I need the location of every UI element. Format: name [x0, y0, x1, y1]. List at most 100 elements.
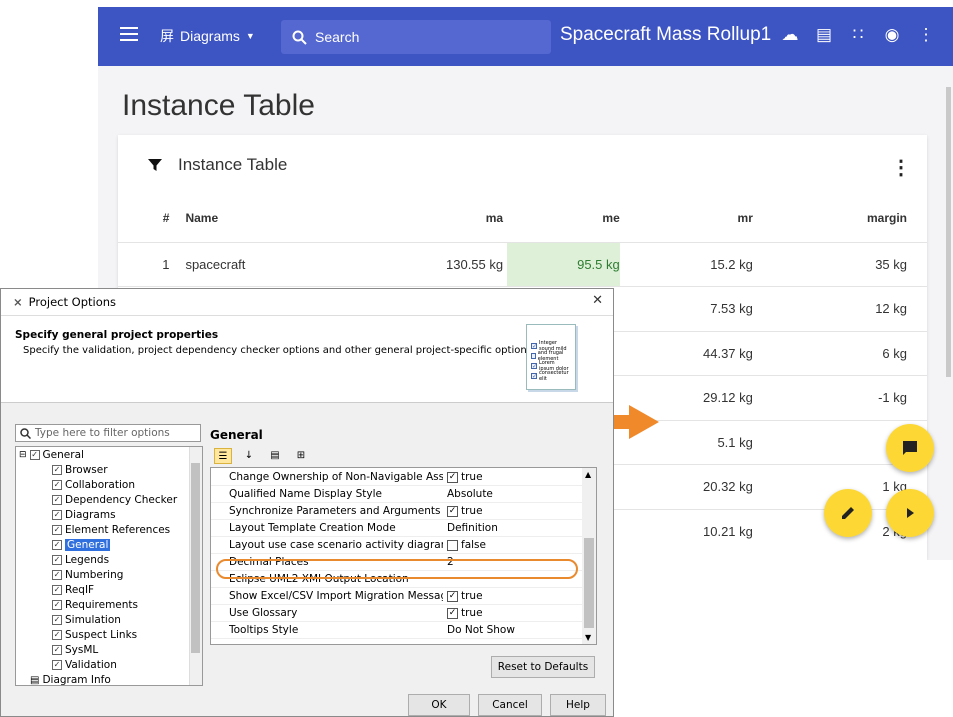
expand-all-icon[interactable]: ⊞	[292, 448, 310, 464]
property-value: true	[461, 607, 483, 619]
tree-item-label: ReqIF	[65, 584, 95, 596]
property-row[interactable]: Layout Template Creation Mode Definition	[211, 520, 583, 537]
search-bar[interactable]: Search	[281, 20, 551, 54]
cloud-upload-icon[interactable]: ☁	[773, 25, 807, 45]
description-icon[interactable]: ▤	[266, 448, 284, 464]
property-row[interactable]: Layout use case scenario activity diagra…	[211, 537, 583, 554]
sort-alpha-icon[interactable]: ↓	[240, 448, 258, 464]
tree-item-requirements[interactable]: ✓ Requirements	[52, 599, 138, 611]
diagrams-menu-label: Diagrams	[180, 28, 240, 44]
tree-item-diagram-info[interactable]: ▤ Diagram Info	[30, 674, 111, 686]
scroll-up-icon[interactable]: ▲	[585, 470, 591, 479]
comment-icon[interactable]: ▤	[807, 25, 841, 45]
cell-mr[interactable]: 10.21 kg	[619, 508, 753, 554]
tree-item-general-selected[interactable]: ✓ General	[52, 539, 111, 551]
diagrams-menu[interactable]: 屏 Diagrams ▼	[160, 26, 255, 46]
property-row[interactable]: Qualified Name Display Style Absolute	[211, 486, 583, 503]
tree-item-browser[interactable]: ✓ Browser	[52, 464, 108, 476]
help-button[interactable]: Help	[550, 694, 606, 716]
tree-item-element-references[interactable]: ✓ Element References	[52, 524, 170, 536]
col-header-margin[interactable]: margin	[753, 195, 927, 242]
col-header-ma[interactable]: ma	[384, 195, 507, 242]
tree-item-legends[interactable]: ✓ Legends	[52, 554, 109, 566]
properties-scrollbar[interactable]: ▲ ▼	[582, 468, 596, 644]
tree-item-numbering[interactable]: ✓ Numbering	[52, 569, 123, 581]
col-header-mr[interactable]: mr	[620, 195, 753, 242]
menu-icon[interactable]	[120, 27, 138, 47]
property-row[interactable]: Change Ownership of Non-Navigable Assoc.…	[211, 469, 583, 486]
header-title: Specify general project properties	[15, 329, 219, 341]
checkbox-checked[interactable]: ✓	[447, 590, 458, 602]
table-row[interactable]: 1 spacecraft 130.55 kg 95.5 kg 15.2 kg 3…	[118, 241, 927, 287]
property-row[interactable]: Synchronize Parameters and Arguments ✓ tru…	[211, 503, 583, 520]
cell-margin[interactable]: 12 kg	[752, 286, 927, 331]
property-row[interactable]: Tooltips Style Do Not Show	[211, 622, 583, 639]
collapse-icon[interactable]: ⊟	[19, 450, 27, 460]
cell-mr[interactable]: 20.32 kg	[619, 464, 753, 509]
checkbox-checked[interactable]: ✓	[447, 505, 458, 517]
checkbox-icon: ✓	[52, 615, 62, 625]
tree-scrollbar-thumb[interactable]	[191, 463, 200, 653]
checkbox-checked[interactable]: ✓	[447, 607, 458, 619]
apps-grid-icon[interactable]: ∷	[841, 25, 875, 45]
tree-item-suspect-links[interactable]: ✓ Suspect Links	[52, 629, 137, 641]
more-vert-icon[interactable]: ⋮	[909, 25, 943, 45]
section-title: General	[210, 428, 263, 442]
search-icon	[20, 427, 31, 439]
page-scrollbar[interactable]	[946, 87, 951, 377]
table-icon: ▤	[30, 674, 40, 686]
col-header-number[interactable]: #	[118, 195, 179, 242]
property-value: true	[461, 505, 483, 517]
cancel-button[interactable]: Cancel	[478, 694, 542, 716]
cell-mr[interactable]: 7.53 kg	[619, 286, 753, 331]
property-name: Use Glossary	[229, 607, 298, 619]
properties-scrollbar-thumb[interactable]	[584, 538, 594, 628]
tree-item-dependency-checker[interactable]: ✓ Dependency Checker	[52, 494, 177, 506]
property-row[interactable]: Use Glossary ✓ true	[211, 605, 583, 622]
account-icon[interactable]: ◉	[875, 25, 909, 45]
edit-fab[interactable]	[824, 489, 872, 537]
cell-mr[interactable]: 44.37 kg	[619, 330, 753, 376]
scroll-down-icon[interactable]: ▼	[585, 633, 591, 642]
tree-scrollbar[interactable]	[189, 447, 202, 685]
chat-fab[interactable]	[886, 424, 934, 472]
tree-item-sysml[interactable]: ✓ SysML	[52, 644, 98, 656]
cell-margin[interactable]: -1 kg	[752, 375, 927, 420]
run-fab[interactable]	[886, 489, 934, 537]
tree-item-diagrams[interactable]: ✓ Diagrams	[52, 509, 116, 521]
cell-margin[interactable]: 35 kg	[752, 241, 927, 287]
card-more-icon[interactable]: ⋮	[891, 155, 911, 180]
property-row[interactable]: Show Excel/CSV Import Migration Message ✓…	[211, 588, 583, 605]
cell-name[interactable]: spacecraft	[179, 241, 385, 287]
cell-me-highlighted[interactable]: 95.5 kg	[507, 241, 620, 287]
checkbox-checked[interactable]: ✓	[447, 471, 458, 483]
tree-item-general-root[interactable]: ⊟ ✓ General	[19, 449, 84, 461]
properties-grid: Change Ownership of Non-Navigable Assoc.…	[210, 467, 597, 645]
close-icon[interactable]: ✕	[592, 293, 603, 308]
tree-item-label: Simulation	[65, 614, 121, 626]
cell-ma[interactable]: 130.55 kg	[384, 241, 508, 287]
cell-mr[interactable]: 15.2 kg	[619, 241, 753, 287]
ok-button[interactable]: OK	[408, 694, 470, 716]
tree-item-label: Diagrams	[65, 509, 116, 521]
dialog-header: Specify general project properties Speci…	[1, 315, 613, 403]
cell-number: 1	[118, 241, 180, 287]
card-title: Instance Table	[178, 155, 288, 174]
checkbox-unchecked[interactable]	[447, 539, 458, 551]
col-header-name[interactable]: Name	[179, 195, 384, 242]
tree-item-validation[interactable]: ✓ Validation	[52, 659, 117, 671]
cell-margin[interactable]: 6 kg	[752, 330, 927, 376]
reset-to-defaults-button[interactable]: Reset to Defaults	[491, 656, 595, 678]
dialog-title-bar: × Project Options ✕	[1, 289, 613, 315]
tree-item-simulation[interactable]: ✓ Simulation	[52, 614, 121, 626]
tree-item-collaboration[interactable]: ✓ Collaboration	[52, 479, 135, 491]
property-value: Do Not Show	[447, 624, 515, 636]
filter-options-input[interactable]: Type here to filter options	[15, 424, 201, 442]
tree-item-reqif[interactable]: ✓ ReqIF	[52, 584, 94, 596]
app-bar: 屏 Diagrams ▼ Search Spacecraft Mass Roll…	[98, 7, 953, 66]
categorized-view-icon[interactable]: ☰	[214, 448, 232, 464]
tree-item-label: Validation	[65, 659, 117, 671]
col-header-me[interactable]: me	[507, 195, 619, 242]
checkbox-icon: ✓	[52, 510, 62, 520]
filter-icon[interactable]	[148, 158, 162, 172]
